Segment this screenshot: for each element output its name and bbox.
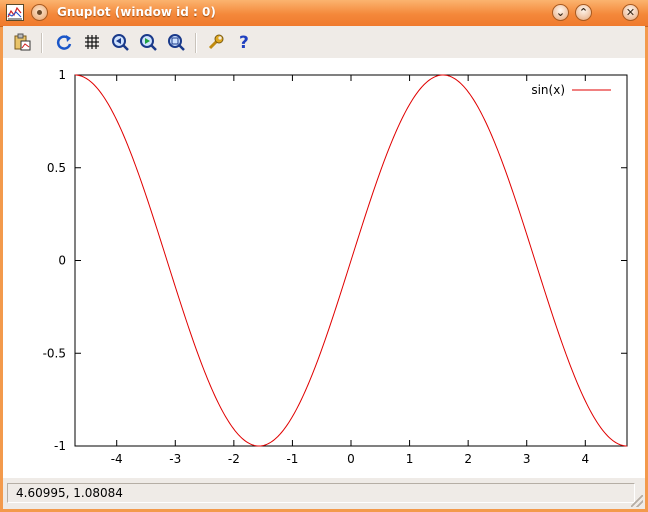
series-line-sin (74, 74, 628, 447)
chevron-up-icon: ⌃ (578, 6, 589, 19)
toolbar-separator (195, 33, 197, 53)
x-tick-label: 1 (406, 452, 414, 466)
y-tick-label: 0 (58, 254, 66, 268)
cursor-coordinates: 4.60995, 1.08084 (7, 483, 635, 503)
window-title: Gnuplot (window id : 0) (57, 5, 216, 19)
close-button[interactable]: ✕ (622, 4, 639, 21)
toolbar: ? (3, 26, 645, 58)
title-bar[interactable]: Gnuplot (window id : 0) ⌄ ⌃ ✕ (0, 0, 648, 27)
x-tick-label: -4 (111, 452, 123, 466)
x-tick-label: 0 (347, 452, 355, 466)
replot-icon[interactable] (55, 33, 73, 51)
svg-text:?: ? (239, 33, 249, 51)
copy-clipboard-icon[interactable] (13, 33, 31, 51)
x-tick-label: 3 (523, 452, 531, 466)
gnuplot-app-icon (6, 4, 24, 21)
x-tick-label: 4 (581, 452, 589, 466)
zoom-autoscale-icon[interactable] (167, 33, 185, 51)
x-tick-label: -2 (228, 452, 240, 466)
plot-svg: -4 -3 -2 -1 0 1 2 3 4 1 0.5 0 -0.5 -1 sin(x) (43, 68, 628, 466)
status-bar: 4.60995, 1.08084 (3, 478, 645, 509)
y-tick-label: -1 (54, 439, 66, 453)
zoom-next-icon[interactable] (139, 33, 157, 51)
toolbar-separator (41, 33, 43, 53)
y-tick-label: 0.5 (47, 161, 66, 175)
x-tick-label: -1 (286, 452, 298, 466)
settings-wrench-icon[interactable] (207, 33, 225, 51)
y-tick-label: -0.5 (43, 346, 66, 360)
window-menu-button[interactable] (31, 4, 48, 21)
maximize-button[interactable]: ⌃ (575, 4, 592, 21)
legend-label: sin(x) (531, 83, 565, 97)
plot-canvas[interactable]: -4 -3 -2 -1 0 1 2 3 4 1 0.5 0 -0.5 -1 sin(x) (3, 58, 645, 478)
x-tick-label: 2 (464, 452, 472, 466)
grid-icon[interactable] (83, 33, 101, 51)
close-icon: ✕ (625, 6, 636, 19)
zoom-prev-icon[interactable] (111, 33, 129, 51)
x-tick-label: -3 (169, 452, 181, 466)
gnuplot-window: Gnuplot (window id : 0) ⌄ ⌃ ✕ ? -4 -3 -2… (0, 0, 648, 512)
chevron-down-icon: ⌄ (555, 6, 566, 19)
y-tick-label: 1 (58, 68, 66, 82)
resize-grip[interactable] (631, 495, 643, 507)
help-icon[interactable]: ? (235, 33, 253, 53)
minimize-button[interactable]: ⌄ (552, 4, 569, 21)
